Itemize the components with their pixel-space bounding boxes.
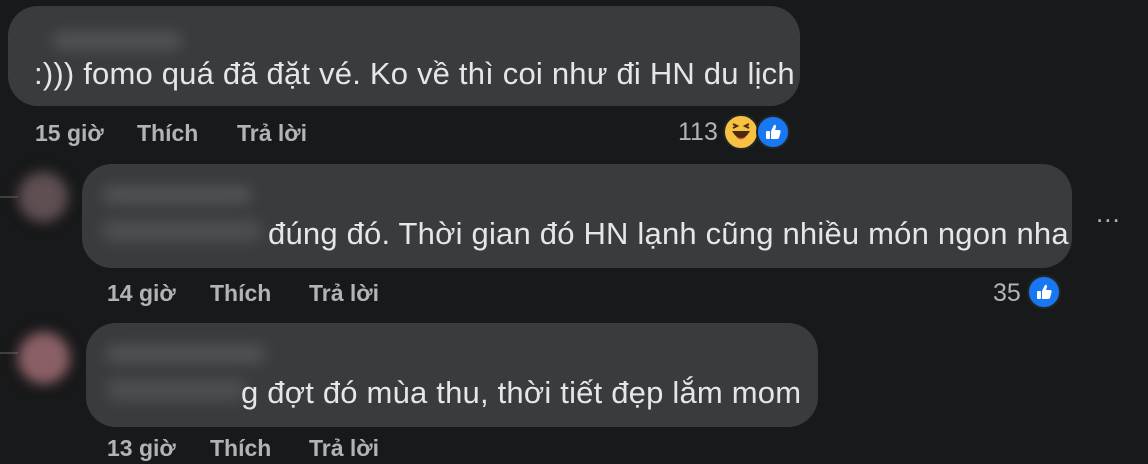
more-options-icon[interactable]: ... <box>1096 198 1121 229</box>
author-name-blurred[interactable] <box>52 32 182 50</box>
comment-text: :))) fomo quá đã đặt vé. Ko về thì coi n… <box>34 56 795 91</box>
like-comment-button[interactable]: Thích <box>137 120 198 147</box>
comment-text: đúng đó. Thời gian đó HN lạnh cũng nhiều… <box>268 216 1069 251</box>
reaction-count[interactable]: 35 <box>993 279 1021 308</box>
mention-blurred[interactable] <box>102 220 262 242</box>
like-comment-button[interactable]: Thích <box>210 435 271 462</box>
reply-comment-button[interactable]: Trả lời <box>237 120 307 147</box>
comment-bubble: đúng đó. Thời gian đó HN lạnh cũng nhiều… <box>82 164 1072 268</box>
avatar[interactable] <box>18 332 70 384</box>
reply-comment-button[interactable]: Trả lời <box>309 435 379 462</box>
like-icon[interactable] <box>756 115 790 149</box>
thread-connector <box>0 352 18 354</box>
comment-actions: 14 giờ Thích Trả lời <box>107 280 407 308</box>
avatar[interactable] <box>18 172 68 222</box>
comment-bubble: g đợt đó mùa thu, thời tiết đẹp lắm mom <box>86 323 818 427</box>
comment-text: g đợt đó mùa thu, thời tiết đẹp lắm mom <box>241 375 802 410</box>
mention-blurred[interactable] <box>106 379 246 401</box>
reply-comment-button[interactable]: Trả lời <box>309 280 379 307</box>
author-name-blurred[interactable] <box>106 345 266 363</box>
author-name-blurred[interactable] <box>102 186 252 204</box>
comment-timestamp[interactable]: 14 giờ <box>107 280 176 307</box>
comment-actions: 15 giờ Thích Trả lời <box>35 120 335 148</box>
comment-timestamp[interactable]: 13 giờ <box>107 435 176 462</box>
like-icon[interactable] <box>1027 275 1061 309</box>
comment-actions: 13 giờ Thích Trả lời <box>107 435 407 463</box>
like-comment-button[interactable]: Thích <box>210 280 271 307</box>
reaction-count[interactable]: 113 <box>678 118 718 147</box>
comment-timestamp[interactable]: 15 giờ <box>35 120 104 147</box>
haha-icon[interactable] <box>723 114 759 150</box>
thread-connector <box>0 196 18 198</box>
comment-bubble: :))) fomo quá đã đặt vé. Ko về thì coi n… <box>8 6 800 106</box>
